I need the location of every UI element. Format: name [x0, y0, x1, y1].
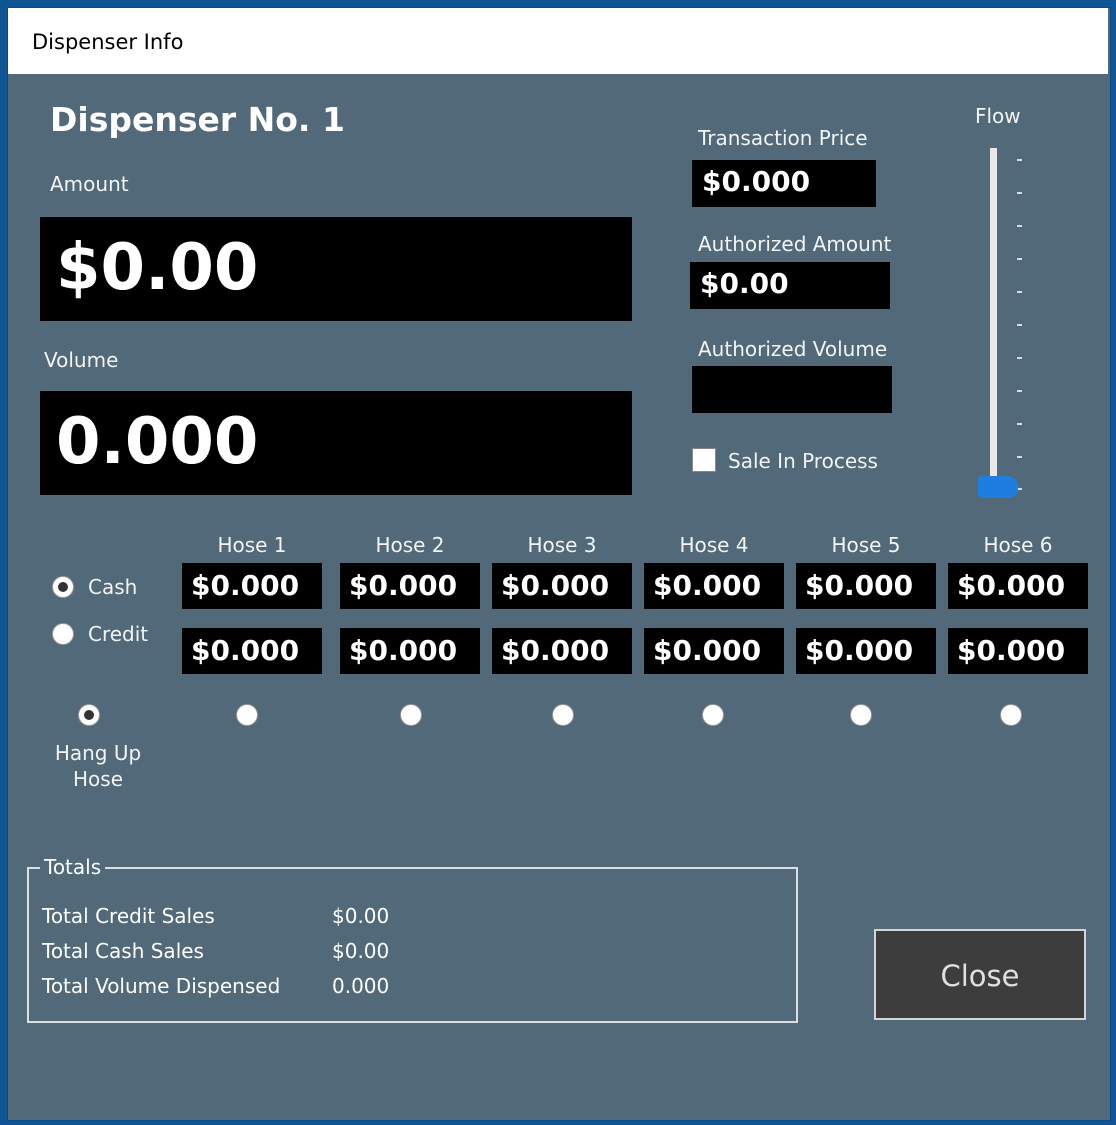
flow-slider-track[interactable]	[990, 148, 997, 488]
total-cash-sales-value: $0.00	[332, 939, 390, 963]
flow-slider-thumb[interactable]	[978, 476, 1018, 498]
hose-5-cash-price: $0.000	[796, 563, 936, 609]
volume-label: Volume	[44, 348, 119, 372]
hose-6-cash-price: $0.000	[948, 563, 1088, 609]
hose-2-cash-price: $0.000	[340, 563, 480, 609]
hose-1-radio[interactable]	[236, 704, 258, 726]
hose-6-credit-value: $0.000	[957, 634, 1066, 667]
hose-4-cash-price: $0.000	[644, 563, 784, 609]
flow-tick	[1017, 357, 1022, 359]
hose-1-cash-value: $0.000	[191, 569, 300, 602]
total-credit-sales-label: Total Credit Sales	[42, 904, 215, 928]
flow-tick	[1017, 159, 1022, 161]
hose-3-credit-price: $0.000	[492, 628, 632, 674]
authorized-volume-display	[692, 366, 892, 413]
hang-up-hose-label-line1: Hang Up	[54, 741, 142, 765]
amount-display: $0.00	[40, 217, 632, 321]
window-title: Dispenser Info	[32, 30, 184, 54]
flow-tick	[1017, 258, 1022, 260]
flow-tick	[1017, 390, 1022, 392]
transaction-price-value: $0.000	[702, 165, 811, 198]
hose-6-credit-price: $0.000	[948, 628, 1088, 674]
hose-4-credit-price: $0.000	[644, 628, 784, 674]
transaction-price-display: $0.000	[692, 160, 876, 207]
hose-2-label: Hose 2	[375, 533, 445, 557]
authorized-amount-display: $0.00	[690, 262, 890, 309]
close-button[interactable]: Close	[874, 929, 1086, 1020]
hose-3-cash-value: $0.000	[501, 569, 610, 602]
total-volume-dispensed-value: 0.000	[332, 974, 390, 998]
hose-2-credit-price: $0.000	[340, 628, 480, 674]
hose-6-label: Hose 6	[983, 533, 1053, 557]
hose-1-cash-price: $0.000	[182, 563, 322, 609]
hose-2-cash-value: $0.000	[349, 569, 458, 602]
total-volume-dispensed-label: Total Volume Dispensed	[42, 974, 281, 998]
hose-5-label: Hose 5	[831, 533, 901, 557]
total-credit-sales-value: $0.00	[332, 904, 390, 928]
sale-in-process-checkbox[interactable]	[692, 448, 716, 472]
hose-1-label: Hose 1	[217, 533, 287, 557]
credit-label: Credit	[88, 622, 149, 646]
hose-6-cash-value: $0.000	[957, 569, 1066, 602]
cash-label: Cash	[88, 575, 138, 599]
title-bar: Dispenser Info	[8, 8, 1108, 74]
flow-label: Flow	[975, 104, 1021, 128]
flow-tick	[1017, 192, 1022, 194]
total-cash-sales-label: Total Cash Sales	[42, 939, 204, 963]
cash-radio[interactable]	[52, 576, 74, 598]
transaction-price-label: Transaction Price	[698, 126, 868, 150]
hang-up-hose-radio[interactable]	[78, 704, 100, 726]
hose-2-radio[interactable]	[400, 704, 422, 726]
hose-4-radio[interactable]	[702, 704, 724, 726]
authorized-amount-value: $0.00	[700, 267, 789, 300]
flow-tick	[1017, 291, 1022, 293]
flow-tick	[1017, 456, 1022, 458]
hose-3-cash-price: $0.000	[492, 563, 632, 609]
totals-legend: Totals	[40, 855, 106, 879]
hang-up-hose-label-line2: Hose	[73, 767, 123, 791]
hose-3-radio[interactable]	[552, 704, 574, 726]
hose-5-credit-value: $0.000	[805, 634, 914, 667]
hose-2-credit-value: $0.000	[349, 634, 458, 667]
hose-1-credit-price: $0.000	[182, 628, 322, 674]
volume-display: 0.000	[40, 391, 632, 495]
flow-tick	[1017, 423, 1022, 425]
credit-radio[interactable]	[52, 623, 74, 645]
hose-4-credit-value: $0.000	[653, 634, 762, 667]
authorized-volume-label: Authorized Volume	[698, 337, 888, 361]
hose-3-credit-value: $0.000	[501, 634, 610, 667]
hose-4-label: Hose 4	[679, 533, 749, 557]
dispenser-heading: Dispenser No. 1	[50, 100, 345, 139]
flow-tick	[1017, 324, 1022, 326]
hose-4-cash-value: $0.000	[653, 569, 762, 602]
hose-3-label: Hose 3	[527, 533, 597, 557]
volume-value: 0.000	[56, 405, 259, 479]
amount-label: Amount	[50, 172, 129, 196]
hose-1-credit-value: $0.000	[191, 634, 300, 667]
hose-5-radio[interactable]	[850, 704, 872, 726]
hose-6-radio[interactable]	[1000, 704, 1022, 726]
hose-5-cash-value: $0.000	[805, 569, 914, 602]
sale-in-process-label: Sale In Process	[728, 449, 878, 473]
hose-5-credit-price: $0.000	[796, 628, 936, 674]
amount-value: $0.00	[56, 231, 259, 305]
flow-tick	[1017, 225, 1022, 227]
authorized-amount-label: Authorized Amount	[698, 232, 892, 256]
